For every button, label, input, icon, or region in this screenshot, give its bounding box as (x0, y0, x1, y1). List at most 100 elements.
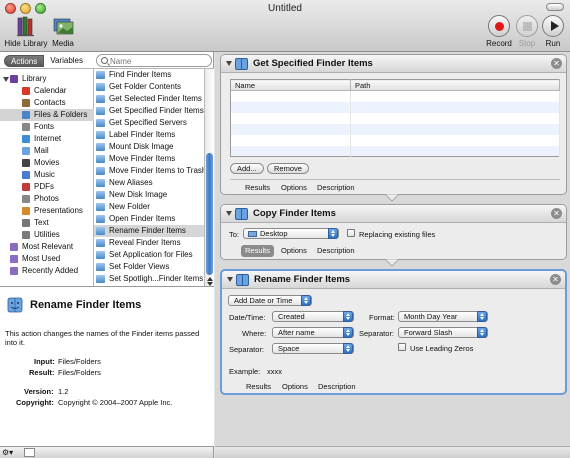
list-item-label: Set Spotligh...Finder Items (109, 274, 204, 283)
run-button[interactable]: Run (541, 15, 565, 48)
actions-list: Find Finder Items Get Folder Contents Get … (94, 68, 204, 286)
list-item[interactable]: Move Finder Items (94, 153, 204, 165)
close-icon[interactable]: ✕ (551, 58, 562, 69)
list-item[interactable]: Get Selected Finder Items (94, 93, 204, 105)
gear-icon[interactable]: ⚙▾ (2, 448, 14, 457)
column-header-path[interactable]: Path (350, 79, 560, 91)
list-item[interactable]: Get Folder Contents (94, 81, 204, 93)
list-item[interactable]: New Disk Image (94, 189, 204, 201)
disclosure-triangle-icon[interactable] (226, 61, 232, 66)
hide-library-button[interactable]: Hide Library (4, 15, 48, 48)
search-input[interactable] (110, 56, 208, 66)
tab-variables[interactable]: Variables (44, 55, 89, 67)
list-item[interactable]: Get Specified Finder Items (94, 105, 204, 117)
sidebar-item[interactable]: PDFs (0, 181, 94, 193)
tab-options[interactable]: Options (277, 182, 311, 194)
sidebar-item[interactable]: Music (0, 169, 94, 181)
tab-results[interactable]: Results (241, 245, 275, 257)
finder-action-icon (96, 131, 105, 139)
sidebar-item[interactable]: Recently Added (0, 265, 94, 277)
close-icon[interactable]: ✕ (550, 274, 561, 285)
sidebar-item[interactable]: Calendar (0, 85, 94, 97)
sidebar-item[interactable]: Contacts (0, 97, 94, 109)
sidebar-item[interactable]: Fonts (0, 121, 94, 133)
scroll-up-icon[interactable] (207, 277, 213, 281)
record-button[interactable]: Record (486, 15, 512, 48)
list-item[interactable]: Label Finder Items (94, 129, 204, 141)
disclosure-triangle-icon[interactable] (226, 211, 232, 216)
tab-options[interactable]: Options (277, 245, 311, 257)
sidebar-item[interactable]: Most Used (0, 253, 94, 265)
list-item[interactable]: Set Application for Files (94, 249, 204, 261)
disclosure-triangle-icon[interactable] (227, 277, 233, 282)
description-toggle-button[interactable] (24, 448, 35, 457)
tab-options[interactable]: Options (278, 381, 312, 393)
sidebar-item[interactable]: Library (0, 73, 94, 85)
separator2-label: Separator: (359, 329, 395, 338)
sidebar-item[interactable]: Mail (0, 145, 94, 157)
sidebar-item[interactable]: Movies (0, 157, 94, 169)
toolbar-toggle-button[interactable] (546, 3, 564, 11)
sidebar-item-label: Recently Added (22, 266, 79, 275)
pdf-icon (22, 183, 30, 191)
list-item[interactable]: New Folder (94, 201, 204, 213)
replacing-existing-files-checkbox[interactable] (347, 229, 355, 237)
tab-results[interactable]: Results (241, 182, 274, 194)
remove-button[interactable]: Remove (267, 163, 309, 174)
action-copy-finder-items[interactable]: Copy Finder Items ✕ To: Desktop Replacin… (220, 204, 567, 260)
search-field[interactable] (96, 54, 212, 67)
list-item-label: Open Finder Items (109, 214, 176, 223)
action-get-specified-finder-items[interactable]: Get Specified Finder Items ✕ Name Path Ad… (220, 54, 567, 195)
rename-mode-value: Add Date or Time (234, 296, 293, 305)
actions-scrollbar[interactable] (204, 68, 214, 286)
sidebar-item-label: Text (34, 218, 49, 227)
format-popup[interactable]: Month Day Year (398, 311, 488, 322)
mail-icon (22, 147, 30, 155)
result-label: Result: (29, 368, 55, 377)
sidebar-item[interactable]: Files & Folders (0, 109, 94, 121)
action-header[interactable]: Rename Finder Items ✕ (222, 271, 565, 289)
scroll-thumb[interactable] (206, 153, 213, 275)
sidebar-item[interactable]: Internet (0, 133, 94, 145)
list-item[interactable]: Rename Finder Items (94, 225, 204, 237)
where-popup[interactable]: After name (272, 327, 354, 338)
datetime-popup[interactable]: Created (272, 311, 354, 322)
sidebar-item[interactable]: Photos (0, 193, 94, 205)
action-rename-finder-items[interactable]: Rename Finder Items ✕ Add Date or Time D… (220, 269, 567, 395)
separator2-popup[interactable]: Forward Slash (398, 327, 488, 338)
list-item[interactable]: Mount Disk Image (94, 141, 204, 153)
rename-mode-popup[interactable]: Add Date or Time (228, 295, 312, 306)
list-item[interactable]: Set Folder Views (94, 261, 204, 273)
list-item[interactable]: Find Finder Items (94, 69, 204, 81)
use-leading-zeros-checkbox[interactable] (398, 343, 406, 351)
media-button[interactable]: Media (50, 15, 76, 48)
tab-actions[interactable]: Actions (4, 55, 45, 67)
disclosure-triangle-icon[interactable] (3, 77, 9, 82)
list-item[interactable]: Move Finder Items to Trash (94, 165, 204, 177)
tab-description[interactable]: Description (313, 182, 359, 194)
action-header[interactable]: Get Specified Finder Items ✕ (221, 55, 566, 73)
sidebar-item[interactable]: Utilities (0, 229, 94, 241)
close-icon[interactable]: ✕ (551, 208, 562, 219)
stop-button[interactable]: Stop (515, 15, 539, 48)
finder-items-table[interactable]: Name Path (230, 79, 560, 157)
action-header[interactable]: Copy Finder Items ✕ (221, 205, 566, 223)
list-item[interactable]: New Aliases (94, 177, 204, 189)
add-button[interactable]: Add... (230, 163, 264, 174)
list-item[interactable]: Get Specified Servers (94, 117, 204, 129)
finder-action-icon (96, 167, 105, 175)
separator-popup[interactable]: Space (272, 343, 354, 354)
sidebar-item[interactable]: Text (0, 217, 94, 229)
sidebar-item[interactable]: Most Relevant (0, 241, 94, 253)
list-item[interactable]: Open Finder Items (94, 213, 204, 225)
tab-description[interactable]: Description (314, 381, 360, 393)
list-item[interactable]: Set Spotligh...Finder Items (94, 273, 204, 285)
tab-description[interactable]: Description (313, 245, 359, 257)
sidebar-item[interactable]: Presentations (0, 205, 94, 217)
tab-results[interactable]: Results (242, 381, 275, 393)
destination-popup[interactable]: Desktop (243, 228, 339, 239)
example-value: xxxx (267, 367, 282, 376)
list-item[interactable]: Reveal Finder Items (94, 237, 204, 249)
datetime-label: Date/Time: (229, 313, 266, 322)
column-header-name[interactable]: Name (230, 79, 351, 91)
